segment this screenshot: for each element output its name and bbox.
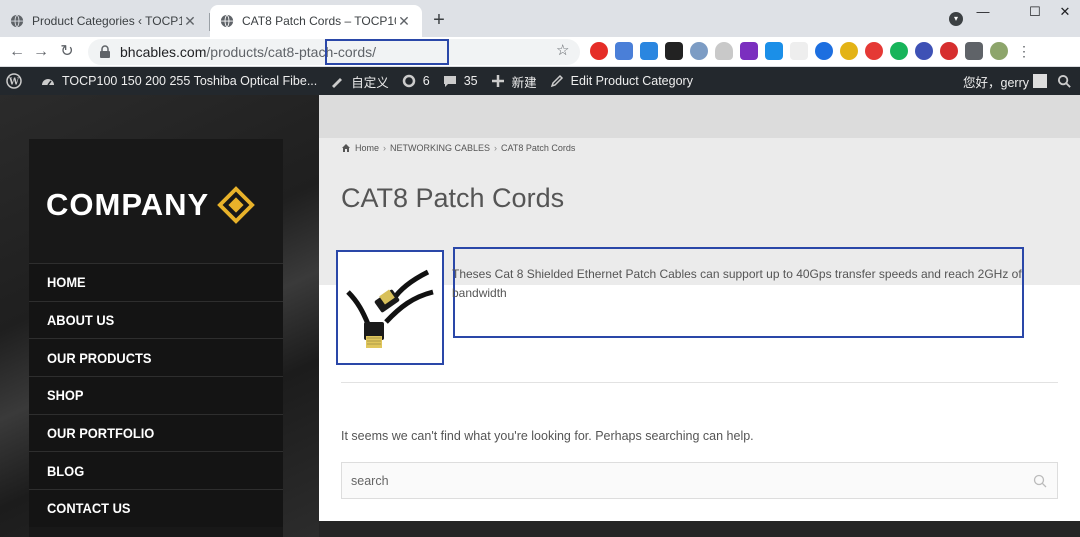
- search-box: [341, 462, 1058, 499]
- site-name-link[interactable]: TOCP100 150 200 255 Toshiba Optical Fibe…: [34, 67, 323, 95]
- breadcrumb-separator: ›: [494, 143, 498, 153]
- menu-item-products[interactable]: OUR PRODUCTS: [29, 338, 283, 377]
- not-found-message: It seems we can't find what you're looki…: [341, 429, 754, 443]
- sync-extension-icon[interactable]: [765, 42, 783, 60]
- breadcrumb-separator: ›: [383, 143, 387, 153]
- new-content-link[interactable]: 新建: [484, 67, 543, 95]
- globe-icon: [10, 14, 24, 28]
- tab-title: Product Categories ‹ TOCP100 15: [32, 14, 182, 28]
- category-description: Theses Cat 8 Shielded Ethernet Patch Cab…: [452, 267, 1022, 300]
- onenote-extension-icon[interactable]: [740, 42, 758, 60]
- customize-label: 自定义: [351, 75, 389, 90]
- back-arrow-icon[interactable]: ←: [6, 41, 28, 63]
- tab-product-categories[interactable]: Product Categories ‹ TOCP100 15 ✕: [0, 5, 208, 37]
- face-extension-icon[interactable]: [690, 42, 708, 60]
- tab-cat8-patch-cords[interactable]: CAT8 Patch Cords – TOCP100 150 ✕: [210, 5, 422, 37]
- customize-link[interactable]: 自定义: [323, 67, 395, 95]
- menu-item-about[interactable]: ABOUT US: [29, 300, 283, 339]
- check-extension-icon[interactable]: [815, 42, 833, 60]
- puzzle-icon[interactable]: [965, 42, 983, 60]
- dashboard-icon: [42, 79, 54, 86]
- dark-extension-icon[interactable]: [665, 42, 683, 60]
- updates-link[interactable]: 6: [395, 67, 436, 95]
- chat-extension-icon[interactable]: [890, 42, 908, 60]
- main-content: Home › NETWORKING CABLES › CAT8 Patch Co…: [319, 95, 1080, 521]
- wp-admin-bar: W TOCP100 150 200 255 Toshiba Optical Fi…: [0, 67, 1080, 95]
- pokeball-extension-icon[interactable]: [940, 42, 958, 60]
- site-name: TOCP100 150 200 255 Toshiba Optical Fibe…: [62, 74, 318, 88]
- gear-extension-icon[interactable]: [840, 42, 858, 60]
- menu-item-blog[interactable]: BLOG: [29, 451, 283, 490]
- menu-item-portfolio[interactable]: OUR PORTFOLIO: [29, 413, 283, 452]
- wp-logo-button[interactable]: W: [0, 67, 34, 95]
- main-menu: HOME ABOUT US OUR PRODUCTS SHOP OUR PORT…: [29, 263, 283, 527]
- breadcrumb: Home › NETWORKING CABLES › CAT8 Patch Co…: [341, 143, 575, 153]
- profile-icon[interactable]: ▾: [949, 12, 963, 26]
- extensions-row: ⋮: [590, 42, 1033, 60]
- home-icon: [342, 144, 350, 152]
- url-host: bhcables.com: [120, 44, 207, 60]
- globe-icon: [220, 14, 234, 28]
- download-extension-icon[interactable]: [640, 42, 658, 60]
- shield-extension-icon[interactable]: [715, 42, 733, 60]
- breadcrumb-current: CAT8 Patch Cords: [501, 143, 576, 153]
- new-label: 新建: [511, 75, 537, 90]
- logo-text: COMPANY: [46, 187, 210, 222]
- product-image: [336, 250, 444, 365]
- search-icon[interactable]: [1033, 474, 1047, 488]
- menu-item-home[interactable]: HOME: [29, 263, 283, 301]
- forward-arrow-icon[interactable]: →: [30, 41, 52, 63]
- search-icon[interactable]: [1057, 74, 1072, 89]
- breadcrumb-networking[interactable]: NETWORKING CABLES: [390, 143, 490, 153]
- comments-count: 35: [463, 74, 478, 88]
- user-greeting[interactable]: 您好，gerry: [963, 72, 1029, 91]
- reload-icon[interactable]: ↻: [56, 41, 78, 63]
- header-strip: [319, 95, 1080, 138]
- admin-bar-right: 您好，gerry: [963, 67, 1080, 95]
- opera-extension-icon[interactable]: [590, 42, 608, 60]
- ethernet-cable-image: [346, 269, 434, 348]
- browser-toolbar: ← → ↻ bhcables.com/products/cat8-ptach-c…: [0, 37, 1080, 67]
- bookmark-star-icon[interactable]: ☆: [556, 41, 569, 59]
- comments-link[interactable]: 35: [436, 67, 484, 95]
- search-input[interactable]: [342, 463, 1057, 498]
- menu-item-contact[interactable]: CONTACT US: [29, 489, 283, 527]
- address-bar[interactable]: bhcables.com/products/cat8-ptach-cords/: [88, 39, 580, 65]
- minimize-button[interactable]: —: [968, 2, 998, 22]
- mountain-extension-icon[interactable]: [790, 42, 808, 60]
- search-extension-icon[interactable]: [915, 42, 933, 60]
- edit-label: Edit Product Category: [570, 74, 693, 88]
- diamond-logo-icon: [217, 186, 255, 224]
- translate-extension-icon[interactable]: [615, 42, 633, 60]
- edit-category-link[interactable]: Edit Product Category: [543, 67, 699, 95]
- circle-extension-icon[interactable]: [865, 42, 883, 60]
- refresh-icon: [402, 74, 416, 88]
- annotation-box: [325, 39, 449, 65]
- plus-icon: [491, 75, 504, 87]
- menu-item-shop[interactable]: SHOP: [29, 376, 283, 414]
- close-icon[interactable]: ✕: [396, 13, 412, 29]
- site-footer: [319, 521, 1080, 537]
- avatar[interactable]: [990, 42, 1008, 60]
- updates-count: 6: [422, 74, 430, 88]
- browser-tab-strip: Product Categories ‹ TOCP100 15 ✕ CAT8 P…: [0, 0, 1080, 37]
- brush-icon: [332, 78, 343, 88]
- close-icon[interactable]: ✕: [182, 13, 198, 29]
- avatar[interactable]: [1033, 74, 1047, 88]
- lock-icon: [100, 45, 110, 58]
- close-window-button[interactable]: ✕: [1050, 2, 1080, 22]
- breadcrumb-home[interactable]: Home: [355, 143, 379, 153]
- pencil-icon: [550, 74, 563, 88]
- more-menu-icon[interactable]: ⋮: [1015, 42, 1033, 60]
- page-title: CAT8 Patch Cords: [341, 183, 565, 213]
- new-tab-button[interactable]: +: [428, 9, 450, 31]
- wordpress-icon: W: [6, 73, 22, 89]
- content-divider: [341, 382, 1058, 383]
- comment-icon: [443, 76, 456, 87]
- maximize-button[interactable]: ☐: [1020, 2, 1050, 22]
- site-logo[interactable]: COMPANY: [46, 185, 276, 225]
- tab-title: CAT8 Patch Cords – TOCP100 150: [242, 14, 396, 28]
- svg-text:W: W: [8, 78, 20, 88]
